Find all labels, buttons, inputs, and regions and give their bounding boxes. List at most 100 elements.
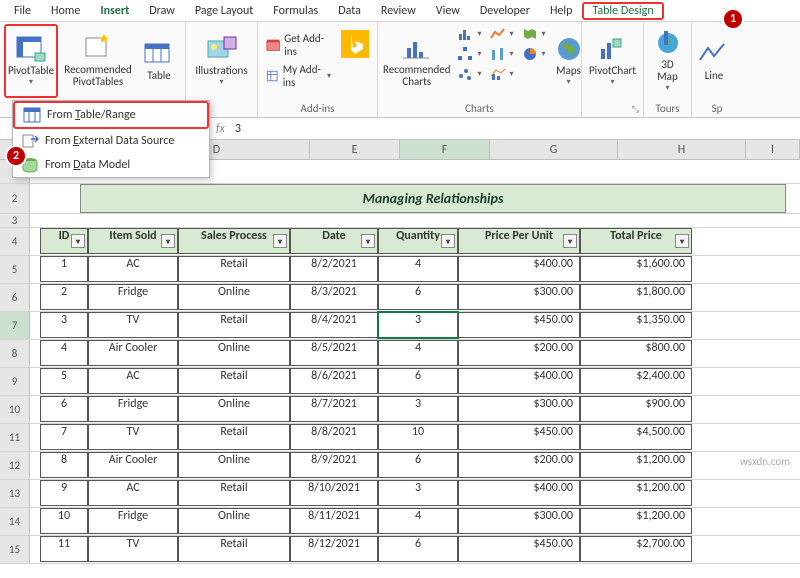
cell-item[interactable]: Air Cooler	[88, 452, 178, 478]
col-header-G[interactable]: G	[490, 140, 618, 159]
cell-total[interactable]: $2,400.00	[580, 368, 692, 394]
row-header-7[interactable]: 7	[0, 312, 30, 339]
cell-item[interactable]: TV	[88, 536, 178, 562]
row-header-11[interactable]: 11	[0, 424, 30, 451]
sparkline-line-button[interactable]: Line	[696, 24, 732, 98]
cell-ppu[interactable]: $200.00	[458, 452, 580, 478]
cell-item[interactable]: AC	[88, 368, 178, 394]
cell-date[interactable]: 8/9/2021	[290, 452, 378, 478]
cell-date[interactable]: 8/8/2021	[290, 424, 378, 450]
maps-button[interactable]: Maps▾	[552, 24, 586, 98]
menu-insert[interactable]: Insert	[90, 2, 139, 20]
menu-help[interactable]: Help	[540, 2, 583, 20]
chart-hierarchy-button[interactable]: ▾	[453, 44, 485, 64]
cell-id[interactable]: 1	[40, 256, 88, 282]
dropdown-from-external[interactable]: 2 From External Data Source	[13, 129, 209, 153]
cell-qty[interactable]: 4	[378, 256, 458, 282]
cell-ppu[interactable]: $450.00	[458, 312, 580, 338]
cell-item[interactable]: AC	[88, 480, 178, 506]
cell-id[interactable]: 3	[40, 312, 88, 338]
cell-ppu[interactable]: $300.00	[458, 508, 580, 534]
sheet-title[interactable]: Managing Relationships	[80, 184, 786, 213]
table-header-process[interactable]: Sales Process▾	[178, 228, 290, 254]
cell-date[interactable]: 8/7/2021	[290, 396, 378, 422]
cell-total[interactable]: $1,200.00	[580, 452, 692, 478]
cell-qty[interactable]: 6	[378, 368, 458, 394]
recommended-charts-button[interactable]: RecommendedCharts	[382, 24, 451, 98]
cell-total[interactable]: $2,700.00	[580, 536, 692, 562]
row-header-9[interactable]: 9	[0, 368, 30, 395]
table-header-date[interactable]: Date▾	[290, 228, 378, 254]
filter-arrow-icon[interactable]: ▾	[675, 234, 689, 248]
cell-qty[interactable]: 4	[378, 508, 458, 534]
get-addins-button[interactable]: Get Add-ins	[262, 30, 335, 60]
cell-qty[interactable]: 6	[378, 452, 458, 478]
table-header-qty[interactable]: Quantity▾	[378, 228, 458, 254]
cell-item[interactable]: Fridge	[88, 508, 178, 534]
my-addins-button[interactable]: My Add-ins ▾	[262, 61, 335, 91]
row-header-3[interactable]: 3	[0, 214, 30, 227]
cell-qty[interactable]: 3	[378, 312, 458, 338]
cell-total[interactable]: $1,600.00	[580, 256, 692, 282]
cell-id[interactable]: 5	[40, 368, 88, 394]
cell-total[interactable]: $1,350.00	[580, 312, 692, 338]
cell-qty[interactable]: 4	[378, 340, 458, 366]
chart-scatter-button[interactable]: ▾	[453, 64, 485, 84]
row-header-8[interactable]: 8	[0, 340, 30, 367]
cell-item[interactable]: TV	[88, 312, 178, 338]
col-header-I[interactable]: I	[746, 140, 800, 159]
col-header-F[interactable]: F	[400, 140, 490, 159]
cell-id[interactable]: 4	[40, 340, 88, 366]
row-header-12[interactable]: 12	[0, 452, 30, 479]
cell-ppu[interactable]: $400.00	[458, 368, 580, 394]
row-header-13[interactable]: 13	[0, 480, 30, 507]
cell-qty[interactable]: 6	[378, 536, 458, 562]
cell-total[interactable]: $1,800.00	[580, 284, 692, 310]
cell-item[interactable]: AC	[88, 256, 178, 282]
table-button[interactable]: Table	[138, 24, 180, 98]
table-header-ppu[interactable]: Price Per Unit▾	[458, 228, 580, 254]
cell-ppu[interactable]: $300.00	[458, 284, 580, 310]
3d-map-button[interactable]: 3DMap▾	[648, 24, 687, 98]
cell-qty[interactable]: 3	[378, 396, 458, 422]
cell-id[interactable]: 9	[40, 480, 88, 506]
cell-date[interactable]: 8/12/2021	[290, 536, 378, 562]
cell-item[interactable]: TV	[88, 424, 178, 450]
row-header-15[interactable]: 15	[0, 536, 30, 563]
menu-draw[interactable]: Draw	[139, 2, 185, 20]
dropdown-from-table-range[interactable]: From Table/Range	[13, 101, 209, 129]
chart-column-button[interactable]: ▾	[453, 24, 485, 44]
cell-date[interactable]: 8/5/2021	[290, 340, 378, 366]
cell-total[interactable]: $900.00	[580, 396, 692, 422]
filter-arrow-icon[interactable]: ▾	[273, 234, 287, 248]
cell-ppu[interactable]: $400.00	[458, 480, 580, 506]
cell-ppu[interactable]: $200.00	[458, 340, 580, 366]
filter-arrow-icon[interactable]: ▾	[71, 234, 85, 248]
pivotchart-button[interactable]: PivotChart▾	[586, 24, 639, 98]
cell-id[interactable]: 2	[40, 284, 88, 310]
pivottable-button[interactable]: PivotTable ▾	[4, 24, 58, 98]
cell-id[interactable]: 10	[40, 508, 88, 534]
cell-date[interactable]: 8/10/2021	[290, 480, 378, 506]
filter-arrow-icon[interactable]: ▾	[361, 234, 375, 248]
menu-file[interactable]: File	[4, 2, 41, 20]
row-header-2[interactable]: 2	[0, 184, 30, 213]
menu-formulas[interactable]: Formulas	[263, 2, 328, 20]
cell-process[interactable]: Retail	[178, 256, 290, 282]
cell-total[interactable]: $800.00	[580, 340, 692, 366]
filter-arrow-icon[interactable]: ▾	[441, 234, 455, 248]
cell-process[interactable]: Online	[178, 508, 290, 534]
cell-item[interactable]: Fridge	[88, 396, 178, 422]
cell-date[interactable]: 8/11/2021	[290, 508, 378, 534]
menu-home[interactable]: Home	[41, 2, 90, 20]
cell-qty[interactable]: 3	[378, 480, 458, 506]
cell-id[interactable]: 7	[40, 424, 88, 450]
cell-total[interactable]: $1,200.00	[580, 480, 692, 506]
cell-qty[interactable]: 6	[378, 284, 458, 310]
table-header-id[interactable]: ID▾	[40, 228, 88, 254]
menu-page-layout[interactable]: Page Layout	[185, 2, 263, 20]
menu-view[interactable]: View	[426, 2, 470, 20]
cell-ppu[interactable]: $450.00	[458, 424, 580, 450]
cell-date[interactable]: 8/2/2021	[290, 256, 378, 282]
cell-process[interactable]: Retail	[178, 424, 290, 450]
